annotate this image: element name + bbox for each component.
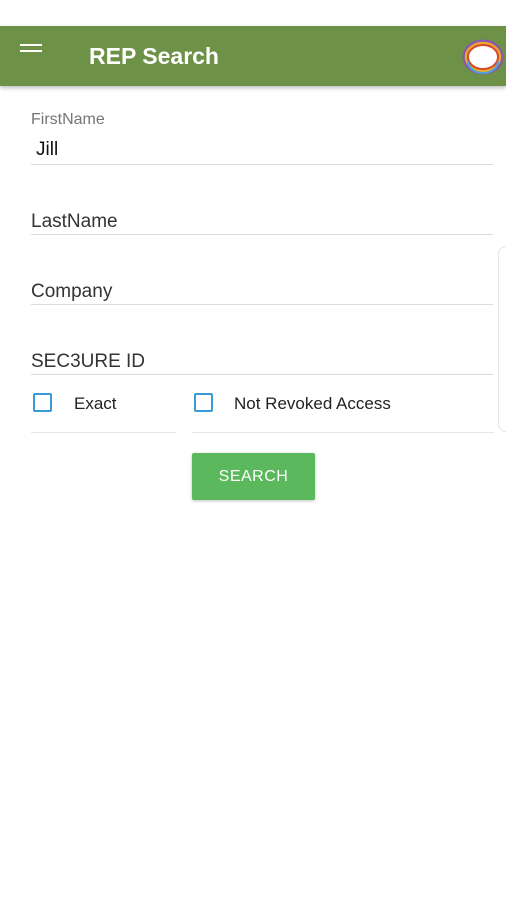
secure-id-placeholder: SEC3URE ID	[31, 351, 146, 372]
last-name-field[interactable]: LastName	[31, 206, 493, 235]
side-panel-edge[interactable]	[498, 246, 506, 432]
company-field[interactable]: Company	[31, 277, 493, 305]
hamburger-menu-icon[interactable]	[12, 34, 52, 70]
status-bar-area	[0, 0, 506, 26]
exact-checkbox[interactable]	[33, 393, 52, 412]
page-title: REP Search	[89, 43, 219, 69]
screen: REP Search FirstName Jill LastName Compa…	[0, 0, 506, 900]
company-placeholder: Company	[31, 281, 113, 302]
app-bar: REP Search	[0, 26, 506, 86]
not-revoked-checkbox[interactable]	[194, 393, 213, 412]
first-name-label: FirstName	[31, 111, 105, 128]
first-name-field[interactable]: FirstName Jill	[31, 110, 493, 165]
ring-logo-icon	[462, 39, 504, 75]
secure-id-field[interactable]: SEC3URE ID	[31, 346, 493, 375]
not-revoked-checkbox-label: Not Revoked Access	[234, 394, 391, 413]
not-revoked-checkbox-row[interactable]: Not Revoked Access	[192, 386, 494, 433]
search-button[interactable]: SEARCH	[192, 453, 315, 500]
exact-checkbox-row[interactable]: Exact	[31, 386, 176, 433]
first-name-value: Jill	[36, 139, 59, 160]
exact-checkbox-label: Exact	[74, 394, 117, 413]
last-name-placeholder: LastName	[31, 211, 118, 232]
